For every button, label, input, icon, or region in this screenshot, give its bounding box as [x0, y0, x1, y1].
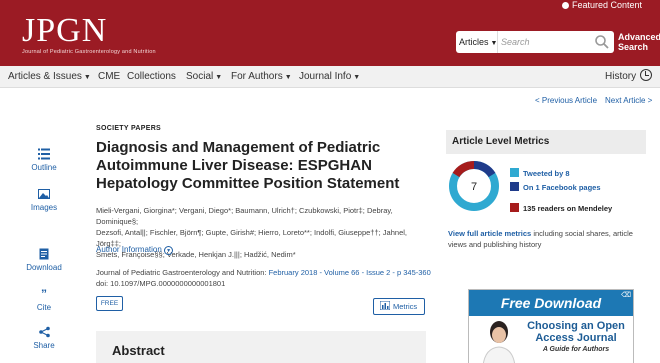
advanced-search-link[interactable]: Advanced Search [618, 32, 660, 52]
abstract-heading: Abstract [96, 331, 426, 363]
metric-link: Tweeted by 8 [523, 169, 570, 178]
history-icon [640, 69, 653, 81]
altmetric-donut[interactable]: 7 [448, 160, 500, 212]
view-all-metrics: View full article metrics including soci… [448, 228, 653, 250]
metrics-button-label: Metrics [393, 302, 418, 311]
sidebar-item-share[interactable]: Share [18, 326, 70, 350]
quote-icon: ” [41, 287, 47, 301]
advanced-search-line1: Advanced [618, 32, 660, 42]
free-badge: FREE [96, 296, 123, 311]
site-header: JPGN Journal of Pediatric Gastroenterolo… [0, 0, 660, 66]
chevron-down-icon: ▼ [284, 74, 292, 81]
metric-row-twitter[interactable]: Tweeted by 8 [510, 168, 570, 178]
view-all-metrics-link[interactable]: View full article metrics [448, 229, 531, 238]
journal-logo[interactable]: JPGN Journal of Pediatric Gastroenterolo… [22, 12, 156, 56]
nav-label: Social [186, 71, 214, 82]
sidebar-item-download[interactable]: Download [18, 248, 70, 272]
metric-link: On 1 Facebook pages [523, 183, 601, 192]
sidebar-item-label: Share [33, 341, 55, 350]
citation-info: Journal of Pediatric Gastroenterology an… [96, 267, 436, 289]
twitter-color-icon [510, 168, 519, 177]
altmetric-score: 7 [471, 181, 477, 193]
issue-link[interactable]: February 2018 - Volume 66 - Issue 2 - p … [269, 268, 431, 277]
chevron-down-circle-icon: ▼ [164, 246, 174, 255]
featured-link-label: Featured Content [571, 0, 642, 10]
ad-person-image [482, 321, 516, 363]
search-type-label: Articles [459, 37, 489, 47]
nav-collections[interactable]: Collections [127, 66, 176, 88]
chevron-down-icon: ▼ [353, 74, 361, 81]
author-information-toggle[interactable]: Author Information ▼ [96, 245, 174, 255]
download-icon [39, 248, 49, 260]
advanced-search-line2: Search [618, 42, 649, 52]
nav-label: History [605, 71, 637, 82]
facebook-color-icon [510, 182, 519, 191]
sidebar-item-images[interactable]: Images [18, 188, 70, 212]
prev-article-link[interactable]: < Previous Article [535, 96, 597, 105]
nav-journal-info[interactable]: Journal Info ▼ [299, 66, 360, 88]
advertisement[interactable]: Free Download ⌫ Choosing an Open Access … [468, 289, 634, 363]
featured-link[interactable]: Featured Content [561, 0, 642, 10]
metrics-button[interactable]: Metrics [373, 298, 425, 315]
sidebar-item-cite[interactable]: ” Cite [18, 288, 70, 312]
ad-banner: Free Download [469, 290, 633, 316]
sidebar-item-outline[interactable]: Outline [18, 148, 70, 172]
search-box: Articles ▼ [456, 31, 614, 53]
ad-subline: A Guide for Authors [542, 346, 610, 353]
chevron-down-icon: ▼ [83, 74, 91, 81]
nav-social[interactable]: Social ▼ [186, 66, 222, 88]
nav-label: Collections [127, 71, 176, 82]
logo-subtitle: Journal of Pediatric Gastroenterology an… [22, 49, 156, 55]
chevron-down-icon: ▼ [215, 74, 223, 81]
author-line[interactable]: Mieli-Vergani, Giorgina*; Vergani, Diego… [96, 205, 426, 227]
search-input[interactable] [501, 34, 589, 50]
nav-label: CME [98, 71, 121, 82]
article-title: Diagnosis and Management of Pediatric Au… [96, 139, 400, 192]
images-icon [38, 189, 50, 199]
search-icon[interactable] [594, 34, 610, 50]
bar-chart-icon [379, 300, 391, 311]
metric-row-facebook[interactable]: On 1 Facebook pages [510, 182, 601, 192]
main-nav: Articles & Issues ▼ CME Collections Socia… [0, 66, 660, 88]
nav-for-authors[interactable]: For Authors ▼ [231, 66, 292, 88]
nav-label: Journal Info [299, 71, 352, 82]
featured-icon [561, 2, 569, 9]
sidebar-item-label: Download [26, 263, 62, 272]
metric-text: 135 readers on Mendeley [523, 204, 613, 213]
sidebar-item-label: Images [30, 203, 58, 212]
ad-headline: Choosing an Open Access Journal [527, 320, 625, 344]
search-type-select[interactable]: Articles ▼ [456, 31, 498, 53]
sidebar-item-label: Outline [31, 163, 57, 172]
author-info-label: Author Information [96, 245, 162, 254]
journal-name: Journal of Pediatric Gastroenterology an… [96, 268, 269, 277]
section-label: SOCIETY PAPERS [96, 125, 162, 132]
logo-text: JPGN [22, 12, 108, 49]
doi-text: doi: 10.1097/MPG.0000000000001801 [96, 279, 226, 288]
nav-articles-issues[interactable]: Articles & Issues ▼ [8, 66, 91, 88]
metric-row-mendeley[interactable]: 135 readers on Mendeley [510, 203, 612, 213]
list-icon [38, 148, 50, 160]
nav-label: Articles & Issues [8, 71, 82, 82]
sidebar-item-label: Cite [36, 303, 52, 312]
article-level-metrics-heading: Article Level Metrics [446, 130, 646, 154]
share-icon [38, 326, 50, 338]
nav-label: For Authors [231, 71, 283, 82]
chevron-down-icon: ▼ [490, 40, 498, 47]
nav-cme[interactable]: CME [98, 66, 120, 88]
ad-close-icon[interactable]: ⌫ [621, 291, 631, 299]
next-article-link[interactable]: Next Article > [605, 96, 652, 105]
nav-history[interactable]: History [605, 66, 653, 88]
mendeley-color-icon [510, 203, 519, 212]
